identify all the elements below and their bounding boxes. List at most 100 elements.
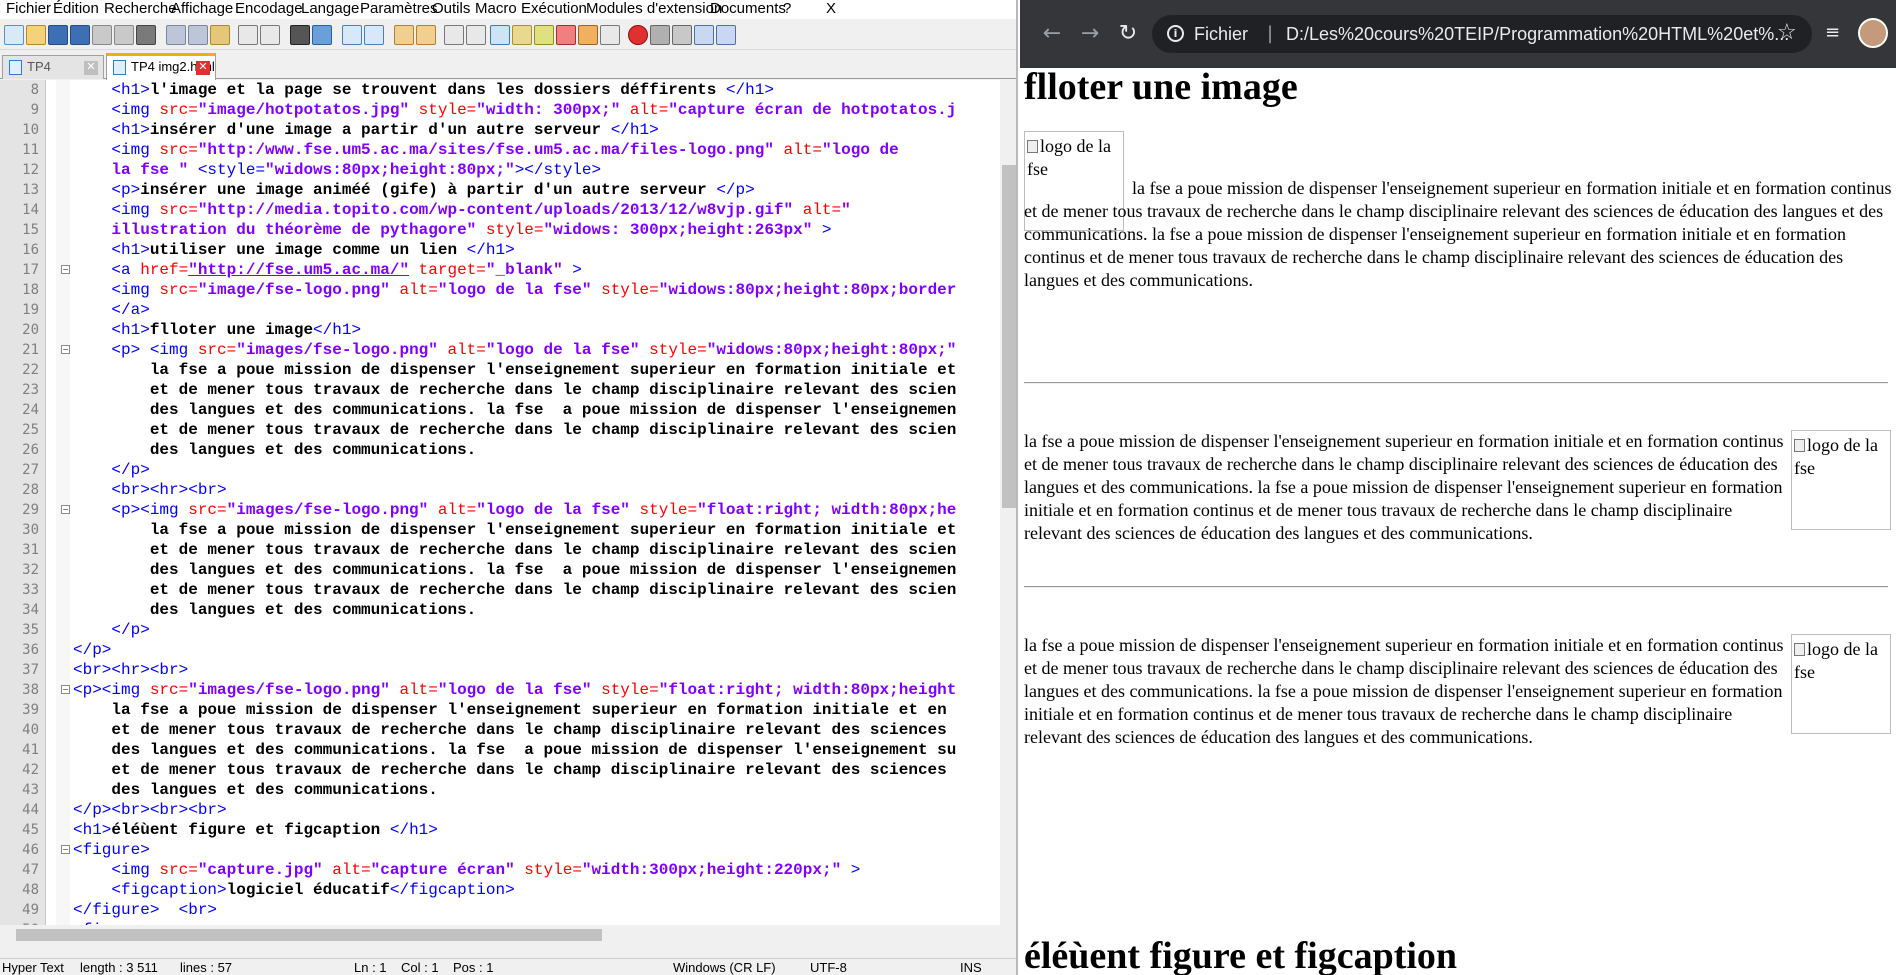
replace-icon[interactable] <box>312 25 332 45</box>
code-token: </p> <box>111 621 150 639</box>
code-token: et de mener tous travaux de recherche da… <box>111 721 947 739</box>
forward-icon[interactable]: → <box>1076 20 1104 48</box>
function-list-icon[interactable] <box>556 25 576 45</box>
close-icon[interactable] <box>92 25 112 45</box>
paste-icon[interactable] <box>210 25 230 45</box>
code-line: des langues et des communications. <box>73 780 990 800</box>
reload-icon[interactable]: ↻ <box>1114 20 1142 48</box>
code-token: <h1> <box>111 81 150 99</box>
menu-edition[interactable]: Édition <box>53 0 99 18</box>
horizontal-scroll-thumb[interactable] <box>16 929 602 941</box>
code-line: </figure> <br> <box>73 900 990 920</box>
code-token: > <box>562 261 582 279</box>
fold-toggle-icon[interactable]: − <box>61 505 70 514</box>
status-eol[interactable]: Windows (CR LF) <box>673 960 776 975</box>
show-all-chars-icon[interactable] <box>466 25 486 45</box>
menu-help[interactable]: ? <box>783 0 791 18</box>
indent-guide-icon[interactable] <box>490 25 510 45</box>
fold-toggle-icon[interactable]: − <box>61 685 70 694</box>
address-bar[interactable]: i Fichier | D:/Les%20cours%20TEIP/Progra… <box>1152 15 1812 53</box>
menu-outils[interactable]: Outils <box>432 0 470 18</box>
site-info-icon[interactable]: i <box>1167 25 1184 42</box>
code-line: <h1>insérer d'une image a partir d'un au… <box>73 120 990 140</box>
line-number: 26 <box>22 442 39 458</box>
open-file-icon[interactable] <box>26 25 46 45</box>
new-file-icon[interactable] <box>4 25 24 45</box>
menu-fichier[interactable]: Fichier <box>6 0 51 18</box>
menu-macro[interactable]: Macro <box>475 0 517 18</box>
close-all-icon[interactable] <box>114 25 134 45</box>
avatar[interactable] <box>1858 18 1888 48</box>
undo-icon[interactable] <box>238 25 258 45</box>
code-token: <br><hr><br> <box>111 481 227 499</box>
language-icon[interactable] <box>512 25 532 45</box>
code-token: </h1> <box>389 821 438 839</box>
code-token: target= <box>409 261 486 279</box>
code-token: <img <box>111 861 160 879</box>
save-icon[interactable] <box>48 25 68 45</box>
folder-workspace-icon[interactable] <box>578 25 598 45</box>
sync-vertical-icon[interactable] <box>394 25 414 45</box>
status-length: length : 3 511 <box>80 960 158 975</box>
back-icon[interactable]: ← <box>1038 20 1066 48</box>
run-macro-multiple-icon[interactable] <box>694 25 714 45</box>
save-macro-icon[interactable] <box>716 25 736 45</box>
menu-affichage[interactable]: Affichage <box>171 0 233 18</box>
line-number: 39 <box>22 702 39 718</box>
cut-icon[interactable] <box>166 25 186 45</box>
bookmark-star-icon[interactable]: ☆ <box>1777 20 1797 45</box>
fold-toggle-icon[interactable]: − <box>61 345 70 354</box>
menu-parametres[interactable]: Paramètres <box>360 0 438 18</box>
tab-tp4-img2[interactable]: TP4 img2.html ✕ <box>106 53 216 80</box>
stop-macro-icon[interactable] <box>650 25 670 45</box>
line-number: 34 <box>22 602 39 618</box>
reading-list-icon[interactable]: ≡ <box>1825 22 1847 44</box>
vertical-scroll-thumb[interactable] <box>1002 165 1016 508</box>
record-macro-icon[interactable] <box>628 25 648 45</box>
redo-icon[interactable] <box>260 25 280 45</box>
code-token: style= <box>629 501 698 519</box>
fold-toggle-icon[interactable]: − <box>61 265 70 274</box>
copy-icon[interactable] <box>188 25 208 45</box>
word-wrap-icon[interactable] <box>444 25 464 45</box>
save-all-icon[interactable] <box>70 25 90 45</box>
tab-tp4-img[interactable]: TP4 img.html ✕ <box>2 55 104 96</box>
code-token: src= <box>188 501 227 519</box>
code-editor[interactable]: 8 9 10 11 12 13 14 15 16 17 18 19 20 21 22 23 24 25 26 27 28… <box>0 80 1000 939</box>
file-icon <box>113 60 126 75</box>
print-icon[interactable] <box>136 25 156 45</box>
menu-modules[interactable]: Modules d'extension <box>586 0 722 18</box>
menu-documents[interactable]: Documents <box>710 0 786 18</box>
menu-recherche[interactable]: Recherche <box>104 0 177 18</box>
close-document-button[interactable]: X <box>826 0 836 18</box>
zoom-in-icon[interactable] <box>342 25 362 45</box>
line-number: 12 <box>22 162 39 178</box>
code-token: style= <box>409 101 477 119</box>
fold-toggle-icon[interactable]: − <box>61 845 70 854</box>
close-tab-icon[interactable]: ✕ <box>84 61 98 75</box>
sync-horizontal-icon[interactable] <box>416 25 436 45</box>
monitoring-icon[interactable] <box>600 25 620 45</box>
play-macro-icon[interactable] <box>672 25 692 45</box>
code-token: src= <box>159 861 198 879</box>
code-token: alt= <box>773 141 822 159</box>
doc-map-icon[interactable] <box>534 25 554 45</box>
status-lines: lines : 57 <box>180 960 233 975</box>
code-token: des langues et des communications. <box>149 441 477 459</box>
zoom-out-icon[interactable] <box>364 25 384 45</box>
code-token: </figure> <box>73 901 160 919</box>
menu-execution[interactable]: Exécution <box>521 0 587 18</box>
url-text[interactable]: D:/Les%20cours%20TEIP/Programmation%20HT… <box>1286 24 1789 45</box>
code-token: "image/fse-logo.png" <box>197 281 390 299</box>
code-token: href= <box>140 261 189 279</box>
line-number: 49 <box>22 902 39 918</box>
menu-encodage[interactable]: Encodage <box>235 0 303 18</box>
menu-langage[interactable]: Langage <box>301 0 359 18</box>
status-encoding[interactable]: UTF-8 <box>810 960 847 975</box>
find-icon[interactable] <box>290 25 310 45</box>
close-tab-icon[interactable]: ✕ <box>196 61 210 75</box>
